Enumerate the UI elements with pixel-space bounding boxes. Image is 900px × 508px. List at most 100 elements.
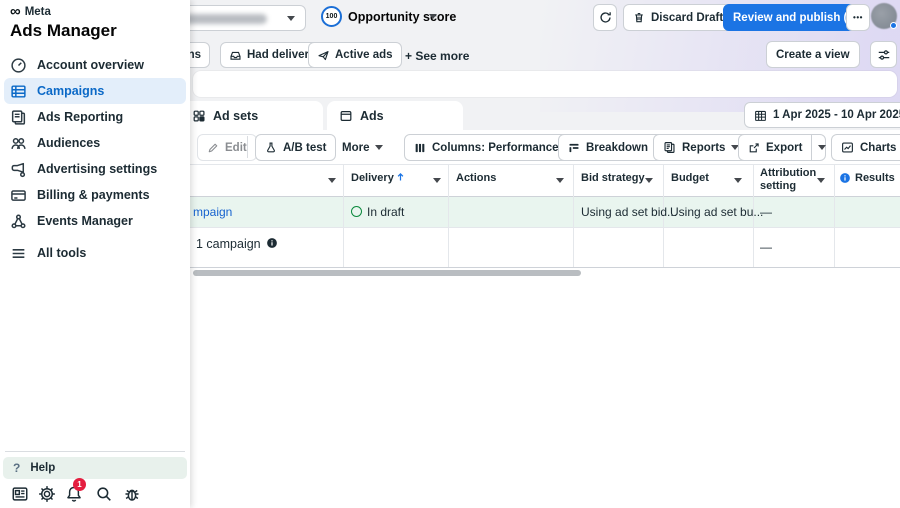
pencil-icon: [207, 142, 219, 154]
refresh-icon: [599, 11, 612, 24]
breakdown-icon: [568, 142, 580, 154]
create-view-button[interactable]: Create a view: [766, 41, 860, 68]
column-bid-strategy-caret[interactable]: [645, 178, 653, 183]
meta-logo-icon: ∞: [10, 3, 21, 20]
sliders-icon: [877, 48, 891, 62]
date-range-label: 1 Apr 2025 - 10 Apr 2025: [773, 109, 900, 121]
column-results[interactable]: Results: [855, 172, 895, 184]
attribution-cell: —: [760, 205, 772, 219]
filter-chip-active-ads-label: Active ads: [335, 49, 393, 61]
sidebar-item-label: Billing & payments: [37, 188, 150, 202]
export-button[interactable]: Export: [738, 134, 827, 161]
sidebar-nav: Account overview Campaigns Ads Reporting: [0, 52, 190, 266]
sidebar-item-all-tools[interactable]: All tools: [4, 240, 186, 266]
bug-icon[interactable]: [122, 484, 141, 503]
column-budget[interactable]: Budget: [671, 172, 709, 184]
column-actions[interactable]: Actions: [456, 172, 496, 184]
sidebar-item-billing-payments[interactable]: Billing & payments: [4, 182, 186, 208]
gear-icon[interactable]: [37, 484, 56, 503]
help-button[interactable]: ? Help: [3, 457, 187, 479]
discard-drafts-label: Discard Drafts: [651, 11, 730, 24]
filter-chip-active-ads[interactable]: Active ads: [308, 42, 402, 68]
view-settings-button[interactable]: [870, 41, 897, 68]
sidebar-item-label: Events Manager: [37, 214, 133, 228]
ads-manager-screen: 100 Opportunity score Discard Drafts Rev…: [0, 0, 900, 508]
notification-badge: 1: [73, 478, 86, 491]
column-delivery[interactable]: Delivery: [351, 172, 394, 184]
sidebar-item-ads-reporting[interactable]: Ads Reporting: [4, 104, 186, 130]
more-button[interactable]: More: [333, 134, 392, 161]
flask-icon: [265, 141, 277, 154]
ellipsis-icon: •••: [853, 13, 863, 22]
ads-frame-icon: [339, 109, 353, 123]
tab-ad-sets-label: Ad sets: [213, 108, 259, 123]
question-icon: ?: [13, 461, 21, 475]
avatar-status-dot: [890, 22, 897, 29]
trash-icon: [633, 11, 645, 24]
export-label: Export: [766, 141, 803, 154]
column-attribution-caret[interactable]: [817, 178, 825, 183]
draft-status-icon: [351, 206, 362, 217]
refresh-button[interactable]: [593, 4, 617, 31]
page-title: Ads Manager: [10, 21, 117, 40]
table-bottom-border: [190, 267, 900, 268]
horizontal-scrollbar[interactable]: [193, 270, 581, 276]
see-more-label: + See more: [405, 48, 470, 63]
reports-button[interactable]: Reports: [653, 134, 750, 161]
chevron-down-icon: [375, 145, 384, 150]
sidebar-item-advertising-settings[interactable]: Advertising settings: [4, 156, 186, 182]
megaphone-gear-icon: [10, 161, 27, 178]
bid-strategy-cell: Using ad set bid...: [581, 205, 678, 219]
ab-test-button[interactable]: A/B test: [255, 134, 337, 161]
columns-button[interactable]: Columns: Performance: [404, 134, 583, 161]
export-main[interactable]: Export: [739, 135, 813, 160]
col-border: [573, 164, 574, 267]
calendar-icon: [754, 109, 767, 122]
date-range-picker[interactable]: 1 Apr 2025 - 10 Apr 2025: [744, 102, 900, 128]
search-icon[interactable]: [94, 484, 113, 503]
review-publish-label: Review and publish (3): [733, 11, 858, 24]
column-budget-caret[interactable]: [734, 178, 742, 183]
sidebar-item-events-manager[interactable]: Events Manager: [4, 208, 186, 234]
table-top-border: [190, 164, 900, 165]
meta-brand[interactable]: ∞ Meta: [10, 3, 51, 20]
col-border: [834, 164, 835, 267]
more-label: More: [342, 141, 370, 154]
column-name-sort-caret[interactable]: [328, 178, 336, 183]
help-label: Help: [30, 462, 56, 474]
column-attribution[interactable]: Attribution setting: [760, 167, 816, 193]
sidebar-item-campaigns[interactable]: Campaigns: [4, 78, 186, 104]
sidebar-item-label: Audiences: [37, 136, 101, 150]
column-delivery-caret[interactable]: [433, 178, 441, 183]
chevron-down-icon[interactable]: [429, 14, 437, 19]
info-icon[interactable]: [266, 237, 278, 249]
campaigns-table-icon: [10, 83, 27, 100]
column-actions-caret[interactable]: [556, 178, 564, 183]
column-bid-strategy[interactable]: Bid strategy: [581, 172, 645, 184]
info-icon[interactable]: [839, 172, 851, 184]
chevron-down-icon: [287, 16, 295, 21]
tab-ads[interactable]: Ads: [327, 101, 463, 130]
sidebar-item-account-overview[interactable]: Account overview: [4, 52, 186, 78]
opportunity-score-value: 100: [325, 13, 338, 20]
sidebar-item-label: Account overview: [37, 58, 144, 72]
sidebar-item-audiences[interactable]: Audiences: [4, 130, 186, 156]
results-summary: 1 campaign: [196, 237, 261, 251]
budget-cell: Using ad set bu...: [670, 205, 764, 219]
sidebar-item-label: Ads Reporting: [37, 110, 124, 124]
columns-icon: [414, 142, 426, 154]
filter-chip-had-delivery-label: Had delivery: [247, 49, 316, 61]
table-row-highlight[interactable]: [190, 197, 900, 227]
credit-card-icon: [10, 187, 27, 204]
see-more-button[interactable]: + See more: [396, 42, 478, 69]
reports-label: Reports: [682, 141, 726, 154]
charts-button[interactable]: Charts: [831, 134, 900, 161]
sidebar-item-label: Advertising settings: [37, 162, 158, 176]
export-caret-button[interactable]: [818, 135, 827, 160]
newsfeed-icon[interactable]: [10, 484, 29, 503]
sort-ascending-icon[interactable]: [395, 171, 406, 183]
ab-test-label: A/B test: [283, 141, 327, 154]
campaign-name-link[interactable]: mpaign: [193, 205, 232, 219]
collapsed-alert-bar[interactable]: [193, 71, 897, 97]
more-options-button[interactable]: •••: [846, 4, 870, 31]
